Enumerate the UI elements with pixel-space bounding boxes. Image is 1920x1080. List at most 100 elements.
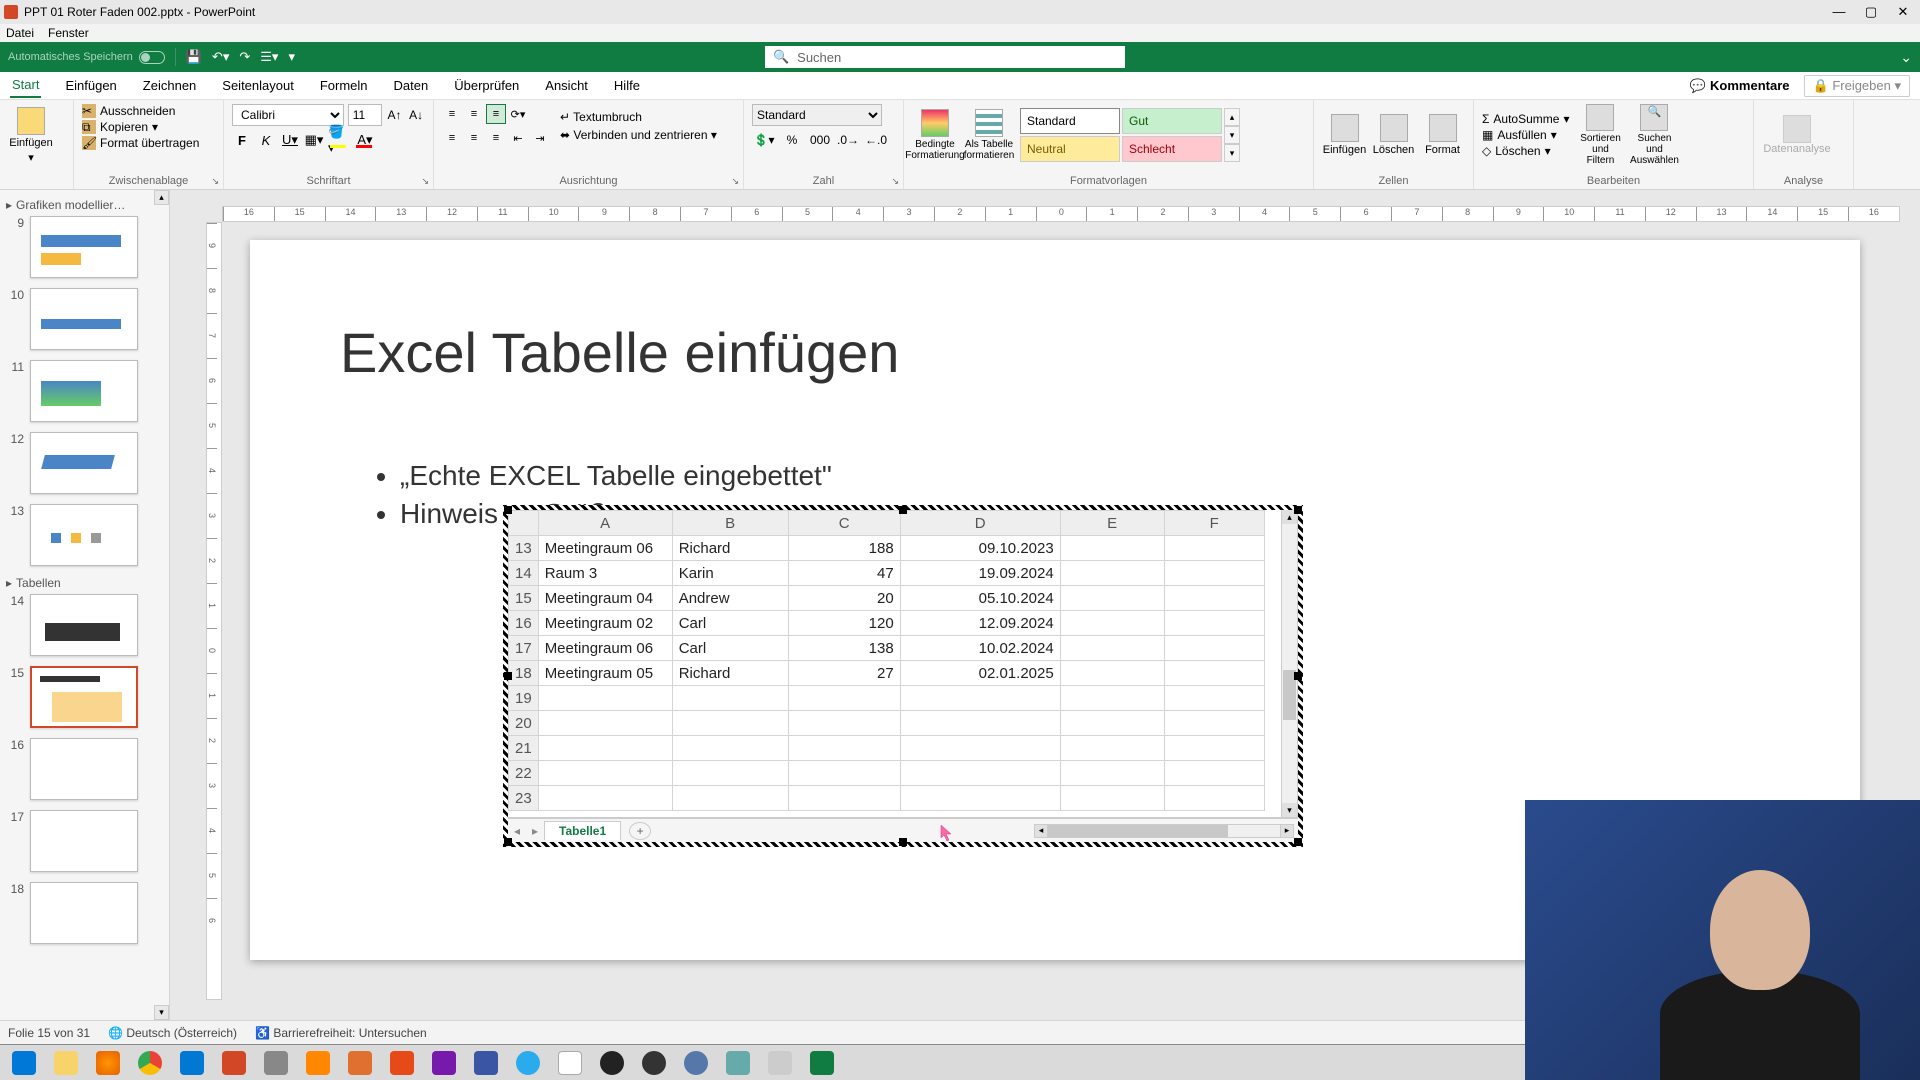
cell[interactable]: 02.01.2025 <box>900 661 1060 686</box>
cell[interactable] <box>1060 611 1164 636</box>
section-header[interactable]: ▸ Tabellen <box>6 576 163 590</box>
cell[interactable]: Karin <box>672 561 788 586</box>
cell[interactable]: 10.02.2024 <box>900 636 1060 661</box>
col-header[interactable]: E <box>1060 511 1164 536</box>
sheet-nav-first-icon[interactable]: ◂ <box>508 824 526 838</box>
style-neutral[interactable]: Neutral <box>1020 136 1120 162</box>
tab-daten[interactable]: Daten <box>392 74 431 97</box>
cell[interactable]: Richard <box>672 536 788 561</box>
style-gut[interactable]: Gut <box>1122 108 1222 134</box>
save-icon[interactable]: 💾 <box>186 49 202 65</box>
comma-icon[interactable]: 000 <box>808 130 832 150</box>
thumbnail-15[interactable] <box>30 666 138 728</box>
font-color-button[interactable]: A▾ <box>354 131 376 149</box>
cell[interactable] <box>1060 636 1164 661</box>
decrease-font-icon[interactable]: A↓ <box>407 106 425 124</box>
align-top-icon[interactable]: ≡ <box>442 104 462 124</box>
app-icon[interactable] <box>676 1047 716 1079</box>
ribbon-collapse-icon[interactable]: ⌄ <box>1900 49 1912 66</box>
decrease-decimal-icon[interactable]: ←.0 <box>864 130 888 150</box>
thumbnail-18[interactable] <box>30 882 138 944</box>
language-indicator[interactable]: 🌐 Deutsch (Österreich) <box>108 1026 237 1040</box>
touch-mode-icon[interactable]: ☰▾ <box>260 49 278 65</box>
close-button[interactable]: ✕ <box>1896 4 1910 20</box>
percent-icon[interactable]: % <box>780 130 804 150</box>
thumbnail-17[interactable] <box>30 810 138 872</box>
cell[interactable]: 120 <box>788 611 900 636</box>
merge-center-button[interactable]: ⬌ Verbinden und zentrieren ▾ <box>560 128 717 142</box>
sort-filter-button[interactable]: Sortieren und Filtern <box>1577 104 1623 166</box>
section-header[interactable]: ▸ Grafiken modellier… <box>6 198 163 212</box>
onenote-icon[interactable] <box>424 1047 464 1079</box>
cell[interactable] <box>1164 661 1264 686</box>
styles-scroll-down-icon[interactable]: ▾ <box>1224 126 1240 144</box>
cell[interactable]: 138 <box>788 636 900 661</box>
align-center-icon[interactable]: ≡ <box>464 128 484 148</box>
excel-horizontal-scrollbar[interactable]: ◂ ▸ <box>1034 824 1294 838</box>
autosave-toggle[interactable]: Automatisches Speichern <box>8 51 165 64</box>
scrollbar-thumb[interactable] <box>1048 825 1228 837</box>
cell[interactable]: 188 <box>788 536 900 561</box>
format-as-table-button[interactable]: Als Tabelle formatieren <box>966 104 1012 166</box>
cell[interactable]: Carl <box>672 636 788 661</box>
cell[interactable]: 19.09.2024 <box>900 561 1060 586</box>
thumbnail-11[interactable] <box>30 360 138 422</box>
row-header[interactable]: 14 <box>509 561 539 586</box>
cell[interactable] <box>1164 611 1264 636</box>
row-header[interactable]: 19 <box>509 686 539 711</box>
row-header[interactable]: 18 <box>509 661 539 686</box>
sheet-nav-prev-icon[interactable]: ▸ <box>526 824 544 838</box>
fill-button[interactable]: ▦ Ausfüllen ▾ <box>1482 128 1569 142</box>
align-left-icon[interactable]: ≡ <box>442 128 462 148</box>
wrap-text-button[interactable]: ↵ Textumbruch <box>560 110 717 124</box>
col-header[interactable]: D <box>900 511 1060 536</box>
conditional-formatting-button[interactable]: Bedingte Formatierung <box>912 104 958 166</box>
menu-file[interactable]: Datei <box>6 26 34 40</box>
cell[interactable]: 05.10.2024 <box>900 586 1060 611</box>
cell[interactable] <box>1164 561 1264 586</box>
resize-handle[interactable] <box>504 672 512 680</box>
styles-scroll-up-icon[interactable]: ▴ <box>1224 108 1240 126</box>
firefox-icon[interactable] <box>88 1047 128 1079</box>
bold-button[interactable]: F <box>232 130 252 150</box>
accessibility-check[interactable]: ♿ Barrierefreiheit: Untersuchen <box>255 1026 427 1040</box>
obs-icon[interactable] <box>592 1047 632 1079</box>
resize-handle[interactable] <box>504 506 512 514</box>
cell[interactable]: 27 <box>788 661 900 686</box>
add-sheet-button[interactable]: + <box>629 822 651 840</box>
cell[interactable]: Richard <box>672 661 788 686</box>
align-right-icon[interactable]: ≡ <box>486 128 506 148</box>
underline-button[interactable]: U▾ <box>280 130 300 150</box>
app-icon[interactable] <box>718 1047 758 1079</box>
cell[interactable]: 47 <box>788 561 900 586</box>
dialog-launcher-icon[interactable]: ↘ <box>891 176 899 187</box>
menu-window[interactable]: Fenster <box>48 26 89 40</box>
scroll-left-icon[interactable]: ◂ <box>1034 824 1048 838</box>
find-select-button[interactable]: 🔍Suchen und Auswählen <box>1631 104 1677 166</box>
cell[interactable] <box>1164 636 1264 661</box>
clear-button[interactable]: ◇ Löschen ▾ <box>1482 144 1569 158</box>
thumbnail-14[interactable] <box>30 594 138 656</box>
thumbnail-13[interactable] <box>30 504 138 566</box>
font-name-select[interactable]: Calibri <box>232 104 344 126</box>
cell[interactable]: Carl <box>672 611 788 636</box>
table-row[interactable]: 22 <box>509 761 1265 786</box>
table-row[interactable]: 15 Meetingraum 04 Andrew 20 05.10.2024 <box>509 586 1265 611</box>
app-icon[interactable] <box>550 1047 590 1079</box>
orientation-icon[interactable]: ⟳▾ <box>508 104 528 124</box>
cell[interactable]: Meetingraum 04 <box>538 586 672 611</box>
file-explorer-icon[interactable] <box>46 1047 86 1079</box>
dialog-launcher-icon[interactable]: ↘ <box>421 176 429 187</box>
col-header[interactable]: F <box>1164 511 1264 536</box>
col-header[interactable]: A <box>538 511 672 536</box>
table-row[interactable]: 18 Meetingraum 05 Richard 27 02.01.2025 <box>509 661 1265 686</box>
select-all-corner[interactable] <box>509 511 539 536</box>
resize-handle[interactable] <box>1294 672 1302 680</box>
row-header[interactable]: 15 <box>509 586 539 611</box>
tab-zeichnen[interactable]: Zeichnen <box>141 74 198 97</box>
row-header[interactable]: 23 <box>509 786 539 811</box>
row-header[interactable]: 13 <box>509 536 539 561</box>
cell[interactable] <box>1164 536 1264 561</box>
cell[interactable]: Meetingraum 02 <box>538 611 672 636</box>
scroll-down-icon[interactable]: ▾ <box>1282 803 1297 817</box>
